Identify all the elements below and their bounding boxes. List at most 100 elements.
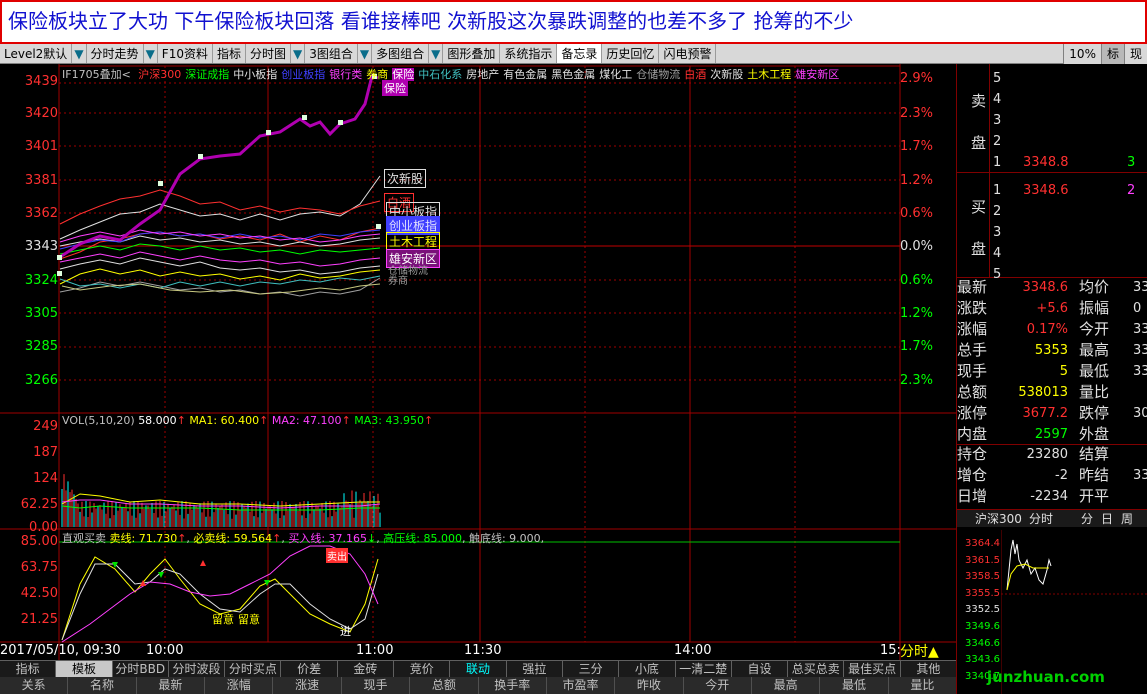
sell-level-row[interactable]: 3 — [957, 110, 1147, 131]
column-header[interactable]: 昨收 — [615, 677, 684, 694]
quote-label: 均价 — [1079, 278, 1110, 296]
toolbar-alert[interactable]: 闪电预警 — [659, 44, 717, 63]
overlay-legend-item[interactable]: 黑色金属 — [551, 68, 595, 81]
overlay-legend-item[interactable]: 仓储物流 — [636, 68, 680, 81]
main-chart[interactable] — [0, 64, 957, 660]
toolbar-memo[interactable]: 备忘录 — [557, 44, 603, 63]
toolbar-f10[interactable]: F10资料 — [158, 44, 213, 63]
overlay-legend-item[interactable]: 房地产 — [466, 68, 499, 81]
indicator-tab[interactable]: 最佳买点 — [844, 661, 901, 677]
column-header[interactable]: 今开 — [684, 677, 752, 694]
sell-level-row[interactable]: 2 — [957, 131, 1147, 152]
vol-ma3: MA3: 43.950 — [354, 414, 424, 427]
column-header[interactable]: 量比 — [889, 677, 958, 694]
indicator-tab[interactable]: 金砖 — [338, 661, 395, 677]
toolbar-overlay[interactable]: 图形叠加 — [443, 44, 501, 63]
column-header[interactable]: 总额 — [410, 677, 479, 694]
toolbar-fenshi[interactable]: 分时走势 — [87, 44, 144, 63]
toolbar-fenshitu[interactable]: 分时图 — [246, 44, 292, 63]
toolbar-level2[interactable]: Level2默认 — [0, 44, 73, 63]
toolbar-indicator[interactable]: 指标 — [213, 44, 246, 63]
indicator-tab[interactable]: 模板 — [56, 661, 113, 677]
quote-label: 开平 — [1079, 487, 1110, 505]
quote-label: 外盘 — [1079, 425, 1110, 443]
overlay-legend-item[interactable]: 创业板指 — [281, 68, 325, 81]
column-header[interactable]: 涨速 — [273, 677, 342, 694]
dropdown-icon[interactable]: ▼ — [358, 44, 373, 63]
overlay-legend-item[interactable]: 沪深300 — [138, 68, 181, 81]
mini-tab-ri[interactable]: 日 — [1101, 510, 1113, 528]
price-tick: 3305 — [24, 306, 58, 321]
column-header[interactable]: 现手 — [342, 677, 411, 694]
toolbar-multichart[interactable]: 多图组合 — [372, 44, 430, 63]
buy-level-row[interactable]: 2 — [957, 201, 1147, 222]
column-header[interactable]: 最新 — [137, 677, 206, 694]
indicator-tab[interactable]: 总买总卖 — [788, 661, 845, 677]
column-header[interactable]: 关系 — [0, 677, 69, 694]
overlay-legend-item[interactable]: 白酒 — [684, 68, 706, 81]
pct-tick: 0.6% — [900, 206, 934, 221]
indicator-tab[interactable]: 自设 — [732, 661, 789, 677]
indicator-tab[interactable]: 联动 — [450, 661, 507, 677]
quote-value: 33 — [1133, 322, 1147, 337]
indicator-tab[interactable]: 指标 — [0, 661, 57, 677]
dropdown-icon[interactable]: ▼ — [144, 44, 158, 63]
mini-tab-fen[interactable]: 分 — [1081, 510, 1093, 528]
column-header[interactable]: 换手率 — [479, 677, 547, 694]
indicator-tab[interactable]: 强拉 — [507, 661, 563, 677]
overlay-legend-item[interactable]: 深证成指 — [185, 68, 229, 81]
overlay-legend-item[interactable]: 中小板指 — [233, 68, 277, 81]
column-header[interactable]: 涨幅 — [205, 677, 274, 694]
indicator-tab[interactable]: 小底 — [619, 661, 676, 677]
buy-level-row[interactable]: 3 — [957, 222, 1147, 243]
tab-biao[interactable]: 标 — [1100, 44, 1124, 64]
overlay-legend-item[interactable]: 次新股 — [710, 68, 743, 81]
indicator-tab[interactable]: 价差 — [281, 661, 338, 677]
quote-label: 最新 — [957, 278, 988, 296]
overlay-legend-item[interactable]: 煤化工 — [599, 68, 632, 81]
indicator-tab[interactable]: 一清二楚 — [676, 661, 732, 677]
quote-value: 23280 — [1026, 447, 1068, 462]
tab-xian[interactable]: 现 — [1123, 44, 1147, 64]
dropdown-icon[interactable]: ▼ — [429, 44, 444, 63]
quote-row: 涨幅 0.17% 今开 33 — [957, 319, 1147, 340]
level-index: 4 — [993, 246, 1002, 261]
level-index: 2 — [993, 134, 1002, 149]
overlay-legend-item[interactable]: 雄安新区 — [795, 68, 839, 81]
indicator-tab[interactable]: 分时买点 — [225, 661, 282, 677]
toolbar-3chart[interactable]: 3图组合 — [305, 44, 358, 63]
mini-tab-fenshi[interactable]: 分时 — [1029, 510, 1053, 528]
signal-caution: 留意 — [212, 613, 234, 626]
indicator-tab[interactable]: 三分 — [563, 661, 620, 677]
fenshi-label[interactable]: 分时▲ — [900, 641, 939, 661]
overlay-legend-item[interactable]: 有色金属 — [503, 68, 547, 81]
overlay-legend-item[interactable]: 中石化系 — [418, 68, 462, 81]
sell-level-row[interactable]: 4 — [957, 89, 1147, 110]
signal-caution: 留意 — [238, 613, 260, 626]
sell-level-row[interactable]: 1 3348.8 3 — [957, 152, 1147, 173]
indicator-tab[interactable]: 分时波段 — [169, 661, 226, 677]
price-tick: 3420 — [24, 106, 58, 121]
dropdown-icon[interactable]: ▼ — [72, 44, 87, 63]
toolbar-history[interactable]: 历史回忆 — [602, 44, 660, 63]
zoom-10pct[interactable]: 10% — [1063, 44, 1101, 64]
toolbar-sysindicator[interactable]: 系统指示 — [500, 44, 558, 63]
buy-level-row[interactable]: 4 — [957, 243, 1147, 264]
mini-tab-hs300[interactable]: 沪深300 — [975, 510, 1022, 528]
indicator-tab[interactable]: 竞价 — [394, 661, 451, 677]
column-header[interactable]: 名称 — [68, 677, 137, 694]
overlay-legend-item[interactable]: 土木工程 — [747, 68, 791, 81]
column-header[interactable]: 最低 — [820, 677, 889, 694]
column-header[interactable]: 最高 — [752, 677, 821, 694]
sell-level-row[interactable]: 5 — [957, 68, 1147, 89]
indicator-tab[interactable]: 分时BBD — [113, 661, 169, 677]
indicator-tab[interactable]: 其他 — [901, 661, 958, 677]
dropdown-icon[interactable]: ▼ — [291, 44, 306, 63]
column-header[interactable]: 市盈率 — [547, 677, 616, 694]
top-toolbar: Level2默认 ▼ 分时走势 ▼ F10资料 指标 分时图 ▼ 3图组合 ▼ … — [0, 44, 1147, 64]
quote-label: 昨结 — [1079, 466, 1110, 484]
overlay-legend-item[interactable]: 银行类 — [329, 68, 362, 81]
buy-level-row[interactable]: 1 3348.6 2 — [957, 180, 1147, 201]
mini-tab-zhou[interactable]: 周 — [1121, 510, 1133, 528]
quote-label: 跌停 — [1079, 404, 1110, 422]
